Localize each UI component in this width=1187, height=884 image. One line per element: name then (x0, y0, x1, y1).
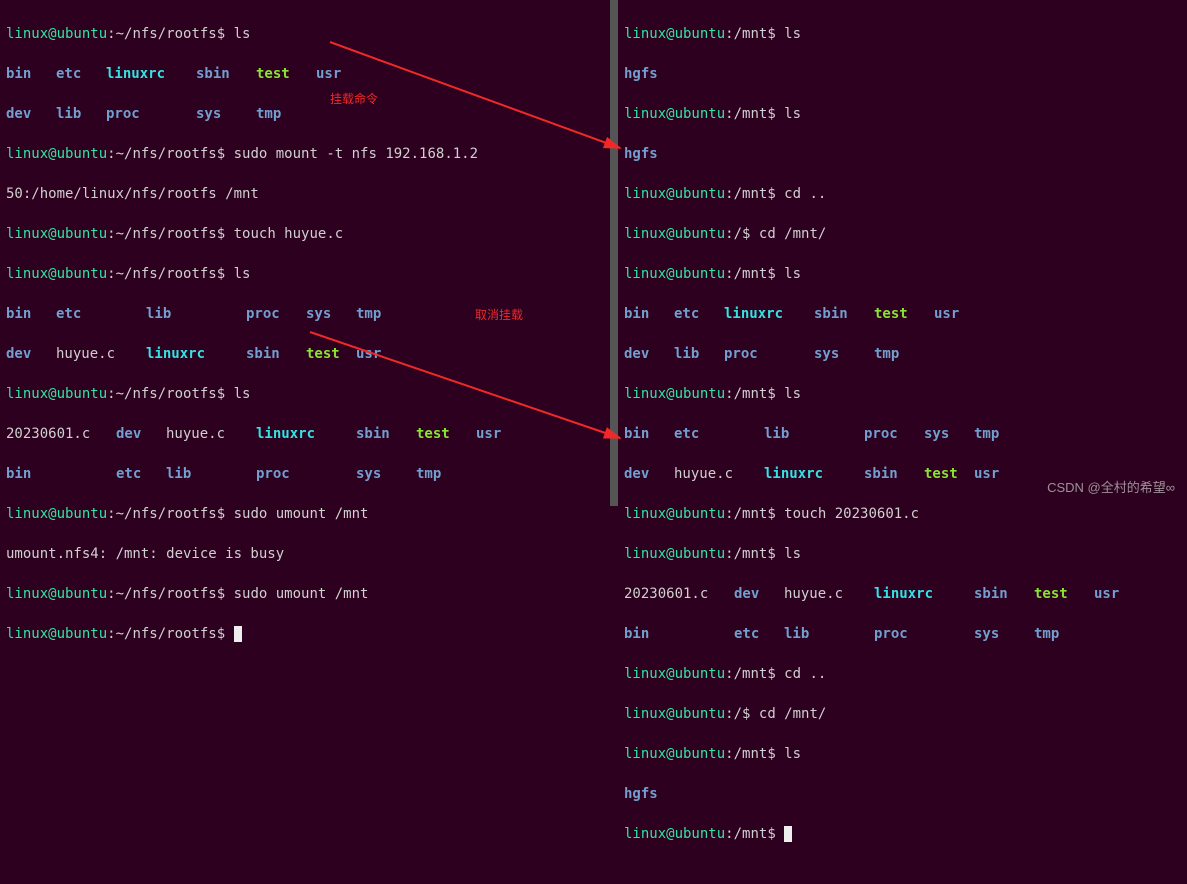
ls-output: hgfs (624, 784, 1181, 804)
pane-divider[interactable] (610, 0, 618, 506)
prompt-line: linux@ubuntu:/$ cd /mnt/ (624, 224, 1181, 244)
ls-output: binetclibprocsystmp (624, 424, 1181, 444)
split-terminal: linux@ubuntu:~/nfs/rootfs$ ls binetclinu… (0, 0, 1187, 506)
ls-output: 20230601.cdevhuyue.clinuxrcsbintestusr (624, 584, 1181, 604)
cmd-touch: touch huyue.c (234, 226, 344, 242)
cursor-icon (784, 826, 792, 842)
ls-output: binetclinuxrcsbintestusr (624, 304, 1181, 324)
prompt-line: linux@ubuntu:/mnt$ ls (624, 104, 1181, 124)
terminal-left[interactable]: linux@ubuntu:~/nfs/rootfs$ ls binetclinu… (0, 0, 610, 506)
ls-output: binetclibprocsystmp (6, 304, 604, 324)
prompt-line: linux@ubuntu:~/nfs/rootfs$ (6, 624, 604, 644)
prompt-line: linux@ubuntu:~/nfs/rootfs$ ls (6, 264, 604, 284)
prompt-line: linux@ubuntu:/mnt$ touch 20230601.c (624, 504, 1181, 524)
ls-output: binetclibprocsystmp (624, 624, 1181, 644)
prompt-line: linux@ubuntu:/mnt$ ls (624, 24, 1181, 44)
ls-output: 20230601.cdevhuyue.clinuxrcsbintestusr (6, 424, 604, 444)
prompt-line: linux@ubuntu:/mnt$ cd .. (624, 184, 1181, 204)
cmd-mount: sudo mount -t nfs 192.168.1.2 (234, 146, 478, 162)
prompt-line: linux@ubuntu:/mnt$ ls (624, 264, 1181, 284)
prompt-line: linux@ubuntu:~/nfs/rootfs$ sudo umount /… (6, 504, 604, 524)
output-line: umount.nfs4: /mnt: device is busy (6, 544, 604, 564)
ls-output: binetclinuxrcsbintestusr (6, 64, 604, 84)
ls-output: devhuyue.clinuxrcsbintestusr (6, 344, 604, 364)
prompt-line: linux@ubuntu:/mnt$ ls (624, 544, 1181, 564)
prompt-line: linux@ubuntu:~/nfs/rootfs$ sudo mount -t… (6, 144, 604, 164)
cmd-umount: sudo umount /mnt (234, 506, 369, 522)
prompt-line: linux@ubuntu:~/nfs/rootfs$ touch huyue.c (6, 224, 604, 244)
prompt-line: linux@ubuntu:/mnt$ cd .. (624, 664, 1181, 684)
cmd-mount-cont: 50:/home/linux/nfs/rootfs /mnt (6, 184, 604, 204)
ls-output: binetclibprocsystmp (6, 464, 604, 484)
watermark: CSDN @全村的希望∞ (1047, 477, 1175, 496)
prompt-line: linux@ubuntu:~/nfs/rootfs$ ls (6, 384, 604, 404)
prompt-line: linux@ubuntu:/mnt$ ls (624, 384, 1181, 404)
prompt-line: linux@ubuntu:~/nfs/rootfs$ sudo umount /… (6, 584, 604, 604)
prompt-line: linux@ubuntu:~/nfs/rootfs$ ls (6, 24, 604, 44)
prompt-user: linux@ubuntu (6, 26, 107, 42)
terminal-right[interactable]: linux@ubuntu:/mnt$ ls hgfs linux@ubuntu:… (618, 0, 1187, 506)
cmd-ls: ls (234, 26, 251, 42)
cmd-touch: touch 20230601.c (784, 506, 919, 522)
prompt-line: linux@ubuntu:/mnt$ (624, 824, 1181, 844)
ls-output: devlibprocsystmp (624, 344, 1181, 364)
ls-output: hgfs (624, 144, 1181, 164)
prompt-line: linux@ubuntu:/mnt$ ls (624, 744, 1181, 764)
ls-output: devlibprocsystmp (6, 104, 604, 124)
cursor-icon (234, 626, 242, 642)
prompt-line: linux@ubuntu:/$ cd /mnt/ (624, 704, 1181, 724)
ls-output: hgfs (624, 64, 1181, 84)
